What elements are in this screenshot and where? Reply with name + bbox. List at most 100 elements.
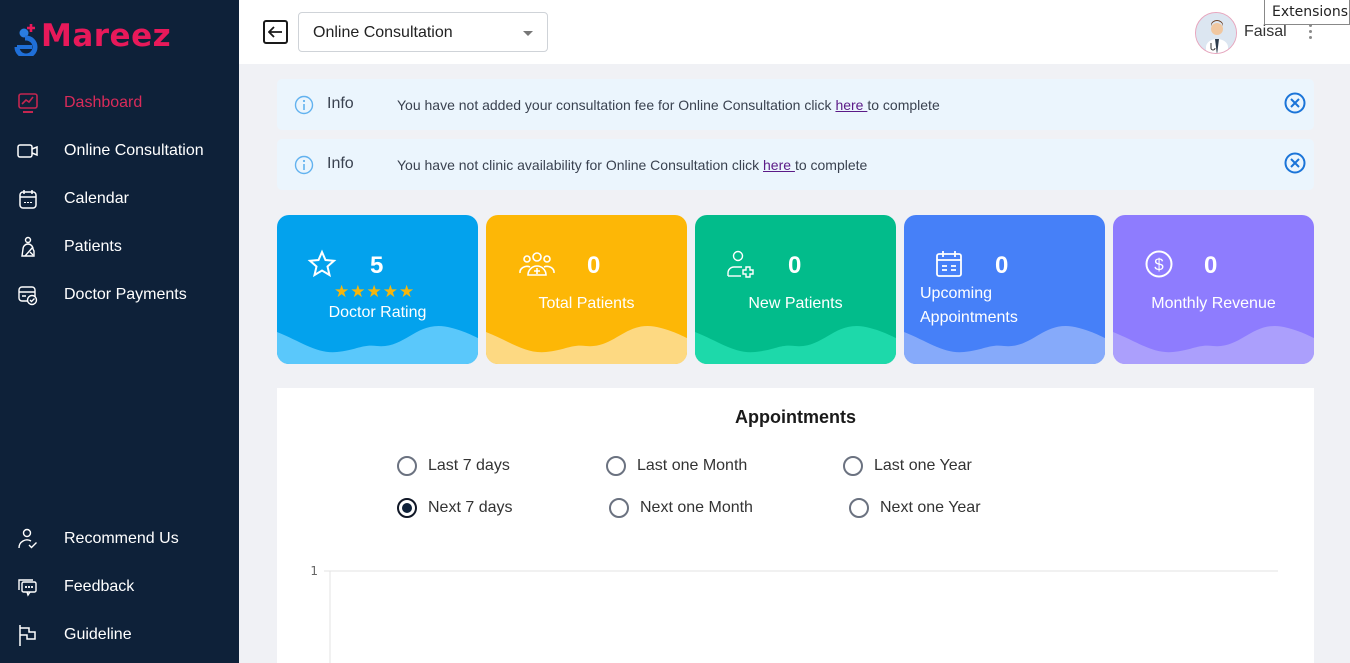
alert-title: Info [327, 95, 354, 112]
total-patients-value: 0 [587, 252, 601, 279]
card-wave [486, 326, 687, 364]
avatar[interactable] [1195, 12, 1237, 54]
radio-last-7-days[interactable]: Last 7 days [397, 456, 510, 476]
sidebar-item-dashboard[interactable]: Dashboard [0, 83, 239, 123]
card-wave [277, 326, 478, 364]
monthly-revenue-card[interactable]: $ 0 Monthly Revenue [1113, 215, 1314, 364]
total-patients-card[interactable]: 0 Total Patients [486, 215, 687, 364]
sidebar: Mareez Dashboard Online Consultation Cal… [0, 0, 239, 663]
back-button[interactable] [263, 20, 288, 44]
upcoming-appointments-value: 0 [995, 252, 1009, 279]
sidebar-item-label: Feedback [64, 578, 135, 595]
sidebar-item-label: Doctor Payments [64, 286, 187, 303]
user-check-icon [17, 528, 39, 550]
info-alert: Info You have not clinic availability fo… [277, 139, 1314, 190]
extensions-tooltip: Extensions [1264, 0, 1350, 25]
sidebar-item-recommend-us[interactable]: Recommend Us [0, 519, 239, 559]
sidebar-item-calendar[interactable]: Calendar [0, 179, 239, 219]
brand-name: Mareez [41, 18, 172, 54]
radio-label: Next one Month [640, 499, 753, 516]
payment-card-icon [17, 284, 39, 306]
topbar: Online Consultation Faisal [239, 0, 1350, 64]
radio-next-one-year[interactable]: Next one Year [849, 498, 981, 518]
arrow-left-icon [268, 26, 282, 38]
appointments-chart: 1 [310, 564, 1278, 663]
rating-star-icon: ★ [334, 282, 350, 301]
new-patients-value: 0 [788, 252, 802, 279]
appointments-title: Appointments [735, 407, 856, 427]
radio-last-one-year[interactable]: Last one Year [843, 456, 972, 476]
alert-text: You have not added your consultation fee… [397, 97, 836, 113]
alert-text: to complete [867, 97, 940, 113]
rating-value: 5 [370, 252, 384, 279]
card-label: Total Patients [538, 295, 635, 312]
sidebar-item-online-consultation[interactable]: Online Consultation [0, 131, 239, 171]
brand-logo[interactable]: Mareez [14, 10, 174, 59]
sidebar-item-label: Recommend Us [64, 530, 179, 547]
rating-star-icon: ★ [399, 282, 415, 301]
patients-group-icon [518, 249, 556, 279]
radio-label: Last one Year [874, 457, 972, 474]
doctor-avatar-icon [1196, 13, 1236, 53]
card-label: Upcoming Appointments [920, 282, 1105, 330]
info-alert: Info You have not added your consultatio… [277, 79, 1314, 130]
sidebar-item-label: Guideline [64, 626, 132, 643]
star-icon [307, 249, 337, 279]
svg-text:$: $ [1154, 255, 1164, 274]
alert-text: to complete [794, 157, 868, 173]
radio-next-one-month[interactable]: Next one Month [609, 498, 753, 518]
sidebar-item-patients[interactable]: Patients [0, 227, 239, 267]
user-name[interactable]: Faisal [1244, 23, 1287, 41]
info-icon [294, 95, 314, 115]
radio-last-one-month[interactable]: Last one Month [606, 456, 747, 476]
logo-mark-icon [14, 16, 40, 59]
sidebar-item-label: Dashboard [64, 94, 143, 111]
rating-stars: ★ ★ ★ ★ ★ [334, 283, 414, 300]
sidebar-item-doctor-payments[interactable]: Doctor Payments [0, 275, 239, 315]
radio-circle[interactable] [609, 498, 629, 518]
card-wave [904, 326, 1105, 364]
sidebar-item-guideline[interactable]: Guideline [0, 615, 239, 655]
video-camera-icon [17, 140, 39, 162]
service-select[interactable]: Online Consultation [298, 12, 548, 52]
card-wave [1113, 326, 1314, 364]
new-patients-card[interactable]: 0 New Patients [695, 215, 896, 364]
alert-link[interactable]: here [835, 97, 867, 113]
radio-circle[interactable] [849, 498, 869, 518]
close-icon[interactable] [1284, 152, 1306, 174]
chevron-down-icon [523, 31, 533, 36]
sidebar-item-label: Patients [64, 238, 122, 255]
sidebar-item-feedback[interactable]: Feedback [0, 567, 239, 607]
y-tick-label: 1 [310, 564, 318, 578]
radio-circle[interactable] [843, 456, 863, 476]
radio-circle[interactable] [397, 456, 417, 476]
radio-label: Last one Month [637, 457, 748, 474]
patient-icon [17, 236, 39, 258]
calendar-icon [17, 188, 39, 210]
close-icon[interactable] [1284, 92, 1306, 114]
card-label: Doctor Rating [328, 304, 427, 321]
alert-text: You have not clinic availability for Onl… [397, 157, 764, 173]
card-label: New Patients [748, 295, 843, 312]
card-label-line: Upcoming [920, 285, 993, 302]
radio-label: Last 7 days [428, 457, 510, 474]
alert-link[interactable]: here [763, 157, 795, 173]
dollar-circle-icon: $ [1144, 249, 1174, 279]
radio-label: Next one Year [880, 499, 981, 516]
radio-circle[interactable] [397, 498, 417, 518]
radio-label: Next 7 days [428, 499, 513, 516]
upcoming-appointments-card[interactable]: 0 Upcoming Appointments [904, 215, 1105, 364]
alert-message: You have not clinic availability for Onl… [397, 157, 867, 173]
monthly-revenue-value: 0 [1204, 252, 1218, 279]
service-select-value: Online Consultation [313, 24, 453, 41]
flag-icon [17, 624, 39, 646]
doctor-rating-card[interactable]: 5 ★ ★ ★ ★ ★ Doctor Rating [277, 215, 478, 364]
feedback-chat-icon [17, 576, 39, 598]
radio-next-7-days[interactable]: Next 7 days [397, 498, 512, 518]
add-patient-icon [725, 249, 755, 279]
card-label: Monthly Revenue [1151, 295, 1276, 312]
radio-circle[interactable] [606, 456, 626, 476]
card-wave [695, 326, 896, 364]
alert-title: Info [327, 155, 354, 172]
more-options-icon[interactable] [1307, 24, 1313, 42]
